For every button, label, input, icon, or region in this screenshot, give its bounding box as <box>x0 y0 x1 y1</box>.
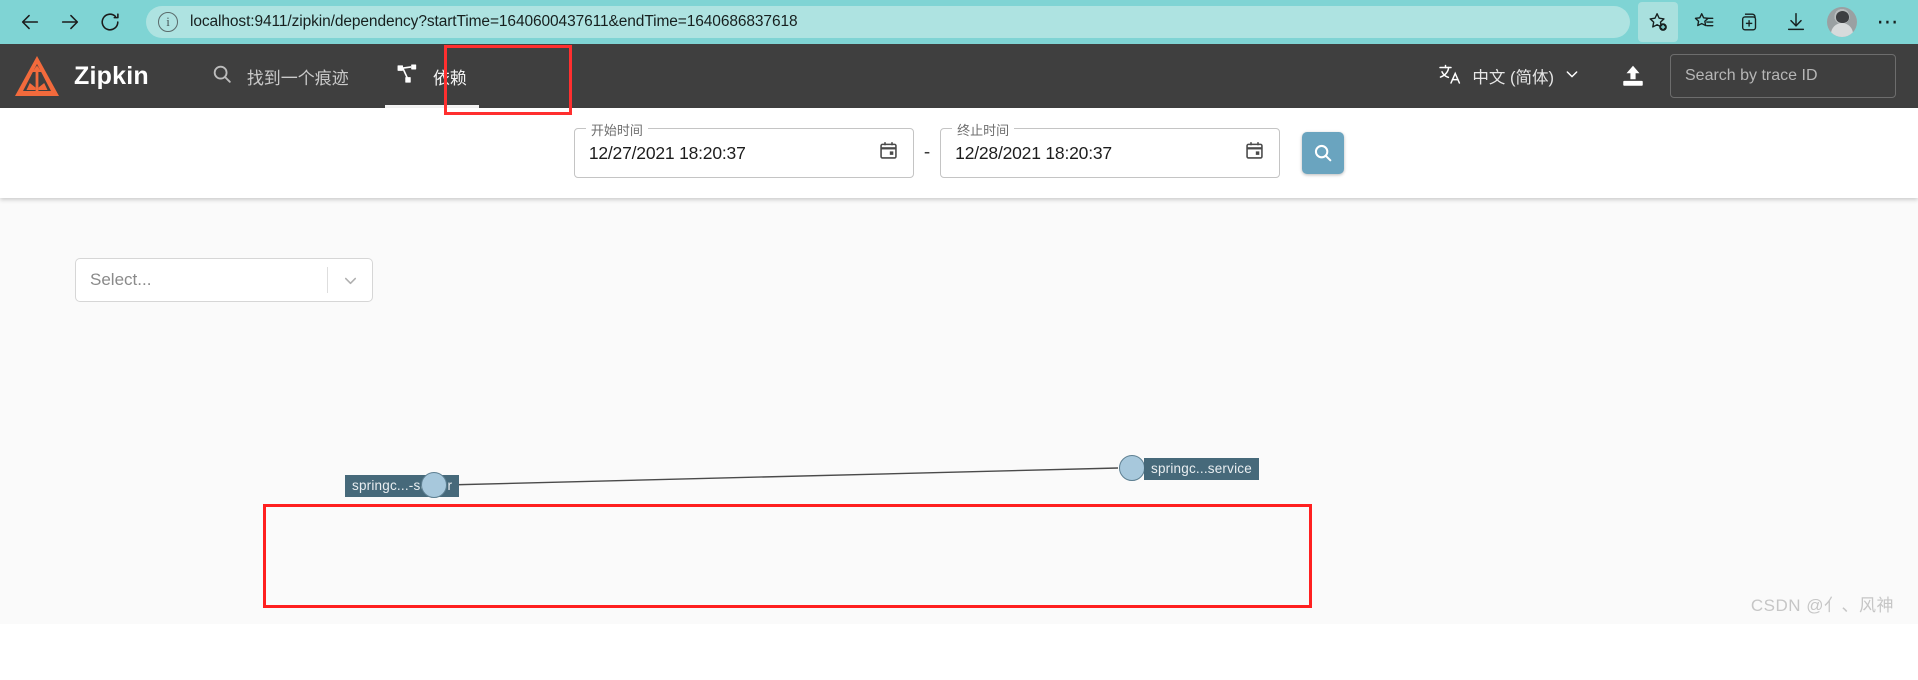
end-time-label: 终止时间 <box>952 120 1015 139</box>
browser-menu-icon[interactable]: ⋯ <box>1868 2 1908 42</box>
avatar <box>1827 7 1857 37</box>
tab-dependencies[interactable]: 依赖 <box>373 44 491 108</box>
end-time-field[interactable]: 终止时间 12/28/2021 18:20:37 <box>940 120 1281 178</box>
zipkin-navbar: Zipkin 找到一个痕迹 依赖 中文 (简体) Search by trace… <box>0 44 1918 115</box>
language-value: 中文 (简体) <box>1472 69 1554 87</box>
tab-find-a-trace-label: 找到一个痕迹 <box>246 68 349 88</box>
brand-title: Zipkin <box>74 61 149 90</box>
start-time-label: 开始时间 <box>585 120 648 139</box>
dependency-tree-icon <box>397 63 419 89</box>
add-favorite-icon[interactable] <box>1638 2 1678 42</box>
upload-icon <box>1623 65 1643 86</box>
node-label-right[interactable]: springc...service <box>1144 458 1259 480</box>
chevron-down-icon <box>1564 66 1580 87</box>
start-time-field[interactable]: 开始时间 12/27/2021 18:20:37 <box>573 120 914 178</box>
trace-id-search-input[interactable] <box>1670 54 1896 98</box>
dependency-edge <box>445 467 1119 486</box>
address-bar[interactable]: i localhost:9411/zipkin/dependency?start… <box>146 6 1630 38</box>
upload-json-button[interactable] <box>1612 55 1654 97</box>
dependency-content: Select... springc...-server springc...se… <box>0 198 1918 624</box>
url-text: localhost:9411/zipkin/dependency?startTi… <box>190 13 798 30</box>
search-icon <box>1315 144 1332 162</box>
calendar-icon[interactable] <box>878 140 899 166</box>
calendar-icon[interactable] <box>1244 140 1265 166</box>
watermark: CSDN @亻、风神 <box>1750 596 1894 615</box>
collections-icon[interactable] <box>1730 2 1770 42</box>
browser-toolbar: i localhost:9411/zipkin/dependency?start… <box>0 0 1918 44</box>
time-range-controls: 开始时间 12/27/2021 18:20:37 - 终止时间 12/28/20… <box>573 120 1345 178</box>
site-info-icon[interactable]: i <box>158 12 178 32</box>
profile-avatar[interactable] <box>1822 2 1862 42</box>
time-range-separator: - <box>923 142 931 163</box>
zipkin-tabs: 找到一个痕迹 依赖 <box>187 44 491 108</box>
favorites-icon[interactable] <box>1684 2 1724 42</box>
end-time-value: 12/28/2021 18:20:37 <box>955 142 1112 163</box>
downloads-icon[interactable] <box>1776 2 1816 42</box>
search-icon <box>211 63 233 90</box>
run-query-button[interactable] <box>1302 132 1345 174</box>
dependency-graph-highlight <box>263 504 1312 608</box>
forward-button[interactable] <box>50 2 90 42</box>
zipkin-navbar-right: 中文 (简体) <box>1430 44 1918 108</box>
time-range-panel: 开始时间 12/27/2021 18:20:37 - 终止时间 12/28/20… <box>0 108 1918 198</box>
translate-icon <box>1438 63 1462 90</box>
tab-find-a-trace[interactable]: 找到一个痕迹 <box>187 44 373 108</box>
node-circle-left[interactable] <box>421 472 447 498</box>
browser-toolbar-actions: ⋯ <box>1638 2 1908 42</box>
zipkin-logo[interactable] <box>0 44 74 108</box>
back-button[interactable] <box>10 2 50 42</box>
tab-dependencies-label: 依赖 <box>432 68 467 88</box>
zipkin-logo-icon <box>15 56 59 96</box>
reload-button[interactable] <box>90 2 130 42</box>
ellipsis-icon: ⋯ <box>1876 9 1900 34</box>
node-circle-right[interactable] <box>1119 455 1145 481</box>
language-selector[interactable]: 中文 (简体) <box>1430 57 1588 96</box>
start-time-value: 12/27/2021 18:20:37 <box>588 142 746 163</box>
